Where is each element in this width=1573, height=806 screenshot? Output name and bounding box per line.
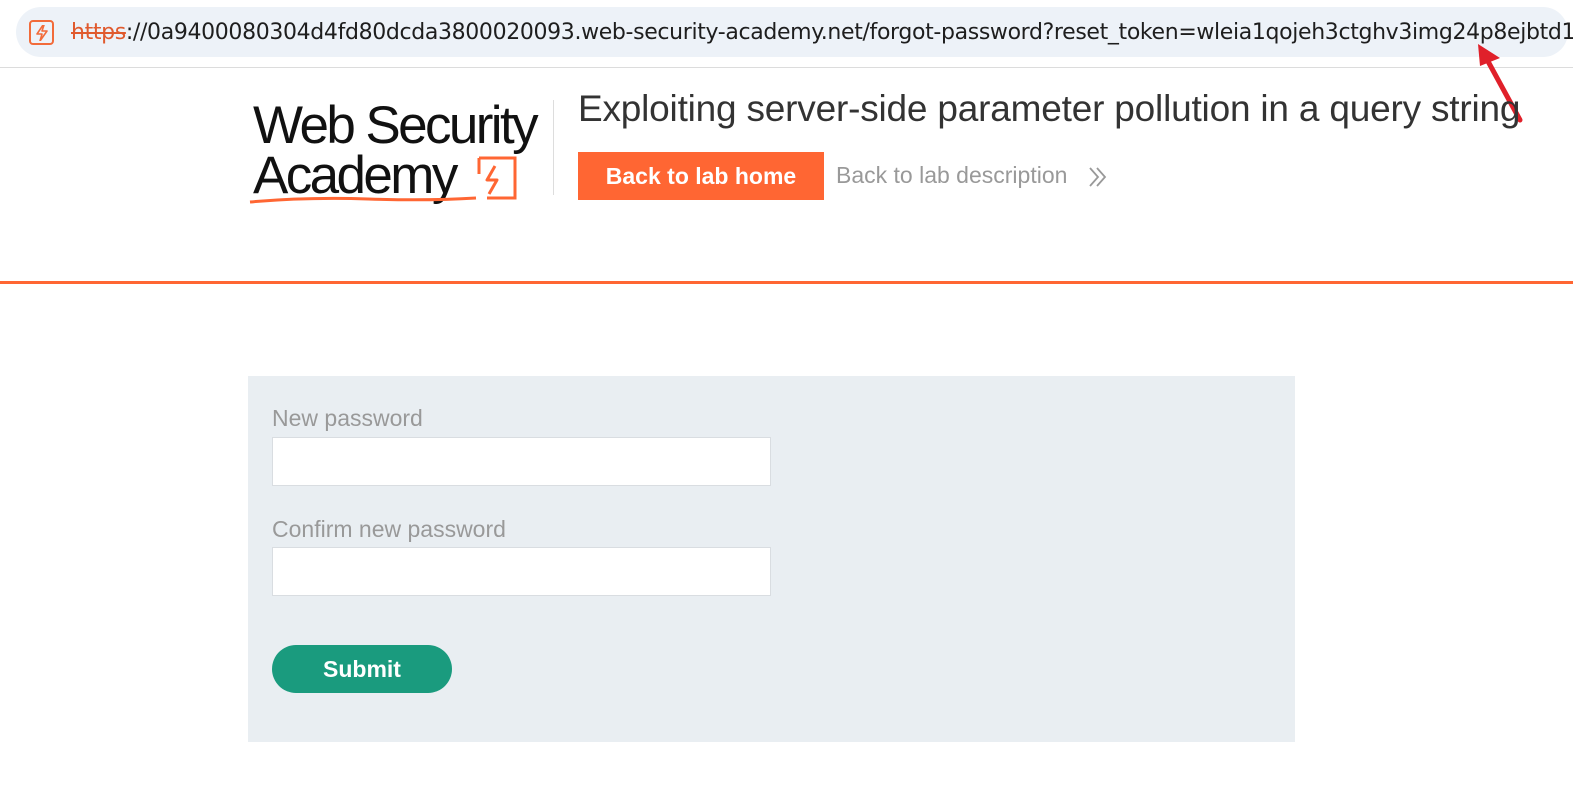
logo-underline (249, 196, 477, 204)
reset-password-form: New password Confirm new password Submit (248, 376, 1295, 742)
confirm-password-input[interactable] (272, 547, 771, 596)
lab-title: Exploiting server-side parameter polluti… (578, 88, 1521, 129)
back-to-lab-home-button[interactable]: Back to lab home (578, 152, 824, 200)
new-password-label: New password (272, 405, 423, 431)
new-password-input[interactable] (272, 437, 771, 486)
double-chevron-right-icon[interactable] (1088, 166, 1108, 188)
lightning-bolt-icon[interactable] (29, 20, 54, 45)
header-divider (553, 100, 554, 195)
browser-toolbar: https://0a9400080304d4fd80dcda3800020093… (0, 0, 1573, 68)
url-path: ://0a9400080304d4fd80dcda3800020093.web-… (125, 20, 1573, 45)
confirm-password-label: Confirm new password (272, 516, 506, 542)
header-separator (0, 281, 1573, 284)
submit-button[interactable]: Submit (272, 645, 452, 693)
logo-bolt-icon (477, 156, 517, 200)
web-security-academy-logo[interactable]: Web Security Academy (248, 96, 550, 208)
address-bar[interactable]: https://0a9400080304d4fd80dcda3800020093… (16, 7, 1573, 57)
url-text[interactable]: https://0a9400080304d4fd80dcda3800020093… (71, 20, 1573, 45)
back-to-lab-description-link[interactable]: Back to lab description (836, 162, 1067, 189)
url-scheme: https (71, 20, 126, 45)
